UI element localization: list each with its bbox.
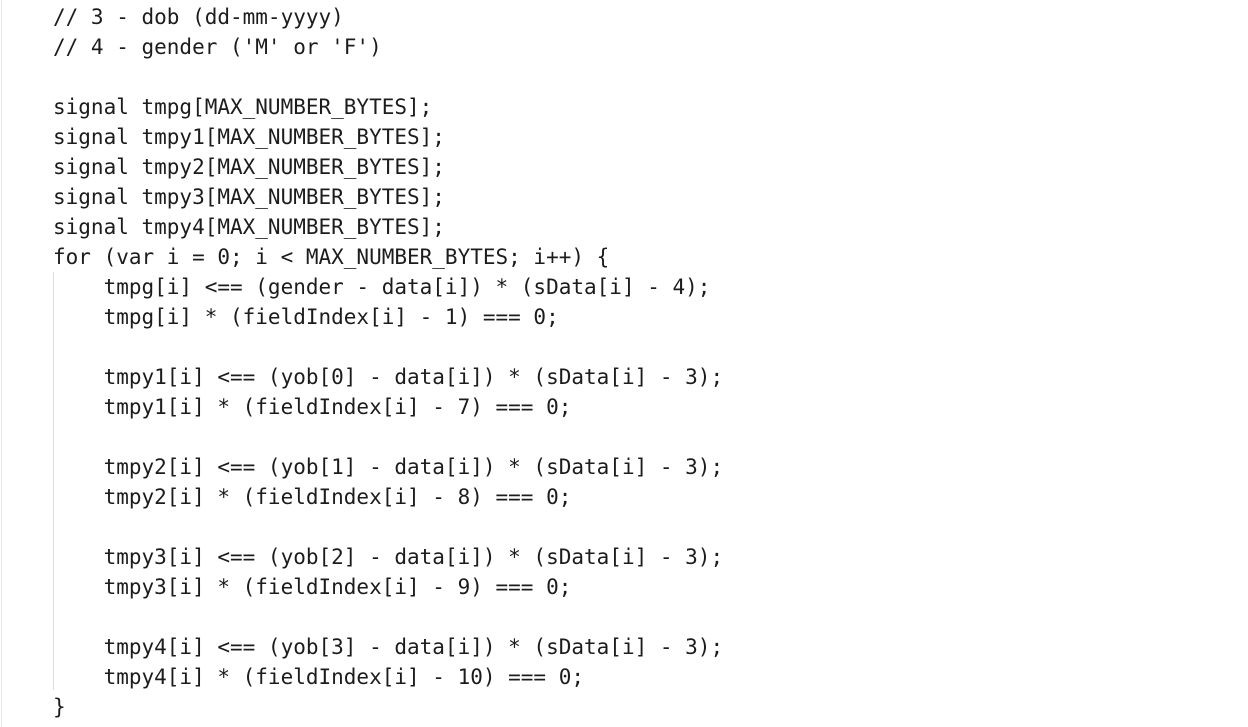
code-line[interactable]: signal tmpy4[MAX_NUMBER_BYTES]; xyxy=(53,212,723,242)
code-line[interactable]: // 3 - dob (dd-mm-yyyy) xyxy=(53,2,723,32)
code-line-blank[interactable] xyxy=(53,422,723,452)
code-line[interactable]: tmpy2[i] <== (yob[1] - data[i]) * (sData… xyxy=(53,452,724,482)
code-line[interactable]: signal tmpy3[MAX_NUMBER_BYTES]; xyxy=(53,182,723,212)
code-line[interactable]: tmpy1[i] <== (yob[0] - data[i]) * (sData… xyxy=(53,362,724,392)
code-line[interactable]: tmpy1[i] * (fieldIndex[i] - 7) === 0; xyxy=(53,392,723,422)
code-line[interactable]: for (var i = 0; i < MAX_NUMBER_BYTES; i+… xyxy=(53,242,723,272)
code-line[interactable]: signal tmpy1[MAX_NUMBER_BYTES]; xyxy=(53,122,723,152)
code-line[interactable]: tmpg[i] * (fieldIndex[i] - 1) === 0; xyxy=(53,302,723,332)
code-line[interactable]: signal tmpy2[MAX_NUMBER_BYTES]; xyxy=(53,152,723,182)
code-line[interactable]: tmpy4[i] * (fieldIndex[i] - 10) === 0; xyxy=(53,662,723,692)
code-content[interactable]: // 3 - dob (dd-mm-yyyy)// 4 - gender ('M… xyxy=(53,2,723,722)
code-line-blank[interactable] xyxy=(53,332,723,362)
code-editor-pane[interactable]: // 3 - dob (dd-mm-yyyy)// 4 - gender ('M… xyxy=(0,0,1248,727)
code-line[interactable]: tmpg[i] <== (gender - data[i]) * (sData[… xyxy=(53,272,723,302)
code-line[interactable]: tmpy2[i] * (fieldIndex[i] - 8) === 0; xyxy=(53,482,723,512)
code-line-blank[interactable] xyxy=(53,602,723,632)
code-line[interactable]: tmpy3[i] * (fieldIndex[i] - 9) === 0; xyxy=(53,572,723,602)
code-line[interactable]: // 4 - gender ('M' or 'F') xyxy=(53,32,723,62)
code-line[interactable]: tmpy4[i] <== (yob[3] - data[i]) * (sData… xyxy=(53,632,724,662)
code-line-blank[interactable] xyxy=(53,512,723,542)
editor-left-edge-border xyxy=(1,0,2,727)
code-line[interactable]: signal tmpg[MAX_NUMBER_BYTES]; xyxy=(53,92,723,122)
code-line-blank[interactable] xyxy=(53,62,723,92)
code-line[interactable]: } xyxy=(53,692,723,722)
code-line[interactable]: tmpy3[i] <== (yob[2] - data[i]) * (sData… xyxy=(53,542,724,572)
